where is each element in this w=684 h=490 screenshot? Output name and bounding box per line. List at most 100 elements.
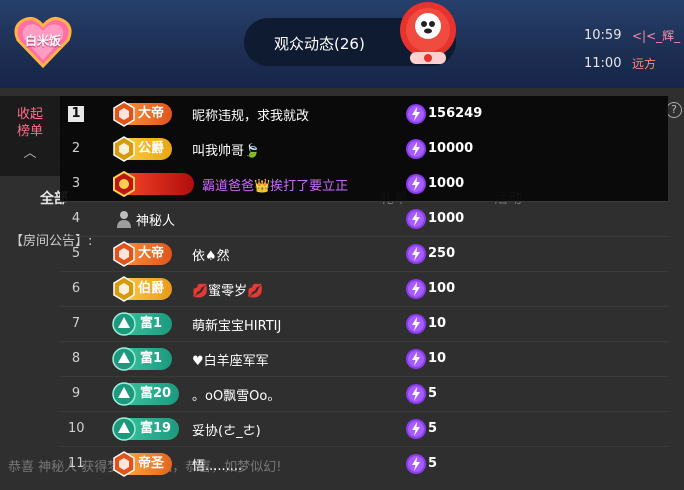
lightning-icon — [406, 348, 426, 369]
viewer-name[interactable]: 霸道爸爸👑挨打了要立正 — [202, 175, 348, 194]
rank-badge-icon — [113, 276, 135, 302]
rank-number: 10 — [68, 421, 85, 436]
lightning-icon — [406, 453, 426, 474]
rank-number: 1 — [68, 106, 84, 122]
badge-label: 富19 — [140, 421, 172, 436]
viewer-name[interactable]: 昵称违规，求我就改 — [192, 105, 309, 124]
score-value: 10 — [428, 351, 447, 366]
rich-level-icon — [112, 382, 136, 406]
badge-label: 伯爵 — [138, 281, 165, 296]
crown-hex-icon — [113, 171, 135, 197]
contribution-score: 100 — [406, 278, 455, 300]
viewer-name[interactable]: 。oO飘雪Oo。 — [192, 385, 280, 404]
contribution-score: 10000 — [406, 138, 473, 160]
rank-number: 8 — [71, 351, 81, 366]
rank-number: 2 — [71, 141, 81, 156]
collapse-label: 榜单 — [16, 124, 43, 139]
mascot-icon — [400, 2, 456, 64]
score-value: 156249 — [428, 106, 483, 121]
ranking-row[interactable]: 8 富1 ♥白羊座军军 10 — [60, 341, 668, 376]
noble-rank-badge: 大帝 — [113, 101, 173, 127]
noble-rank-badge: 大帝 — [113, 241, 173, 267]
score-value: 1000 — [428, 176, 465, 191]
viewer-name[interactable]: 妥协(ㄜ_ㄜ) — [192, 420, 261, 439]
noble-rank-badge: 帝圣 — [113, 451, 173, 477]
rich-level-icon — [112, 417, 136, 441]
contribution-score: 10 — [406, 313, 446, 335]
collapse-ranking-button[interactable]: 收起 榜单 ︿ — [0, 96, 60, 176]
message-time: 10:59 — [584, 28, 622, 43]
ranking-row[interactable]: 3 霸道爸爸👑挨打了要立正 1000 — [60, 166, 668, 201]
lightning-icon — [406, 278, 426, 299]
contribution-score: 1000 — [406, 208, 464, 230]
badge-label: 富1 — [140, 351, 163, 366]
special-rank-badge — [113, 171, 194, 197]
lightning-icon — [406, 243, 426, 264]
lightning-icon — [406, 208, 426, 229]
noble-rank-badge: 公爵 — [113, 136, 173, 162]
ranking-row[interactable]: 6 伯爵 💋蜜零岁💋 100 — [60, 271, 668, 306]
score-value: 5 — [428, 421, 438, 436]
message-users: <|<_辉_ 远方 — [632, 22, 680, 78]
score-value: 10000 — [428, 141, 474, 156]
message-time: 11:00 — [584, 56, 622, 71]
lightning-icon — [406, 173, 426, 194]
rank-number: 9 — [71, 386, 81, 401]
rank-number: 3 — [71, 176, 81, 191]
message-user[interactable]: 远方 — [632, 50, 680, 78]
chevron-up-icon: ︿ — [23, 146, 37, 161]
wealth-level-badge: 富1 — [112, 347, 172, 371]
ranking-row[interactable]: 4 神秘人 1000 — [60, 201, 668, 236]
score-value: 5 — [428, 456, 438, 471]
contribution-score: 156249 — [406, 103, 482, 125]
ranking-row[interactable]: 7 富1 萌新宝宝HIRTIJ 10 — [60, 306, 668, 341]
rank-badge-icon — [113, 241, 135, 267]
lightning-icon — [406, 103, 426, 124]
rank-number: 7 — [71, 316, 81, 331]
viewer-name[interactable]: 神秘人 — [136, 210, 175, 229]
ranking-row[interactable]: 10 富19 妥协(ㄜ_ㄜ) 5 — [60, 411, 668, 446]
contribution-score: 5 — [406, 383, 437, 405]
badge-label: 富20 — [140, 386, 172, 401]
viewer-name[interactable]: 💋蜜零岁💋 — [192, 280, 263, 299]
contribution-score: 1000 — [406, 173, 464, 195]
badge-label: 公爵 — [138, 141, 165, 156]
noble-rank-badge: 伯爵 — [113, 276, 173, 302]
ranking-row[interactable]: 11 帝圣 悟......... 5 — [60, 446, 668, 481]
streamer-badge-label: 白米饭 — [24, 34, 61, 48]
rank-badge-icon — [113, 136, 135, 162]
rich-level-icon — [112, 347, 136, 371]
viewer-name[interactable]: 依♠然 — [192, 245, 230, 264]
wealth-level-badge: 富20 — [112, 382, 180, 406]
badge-label: 帝圣 — [138, 456, 165, 471]
wealth-level-badge: 富19 — [112, 417, 180, 441]
rank-number: 11 — [68, 456, 85, 471]
mystery-user-icon — [116, 210, 132, 228]
lightning-icon — [406, 418, 426, 439]
score-value: 10 — [428, 316, 447, 331]
rank-number: 6 — [71, 281, 81, 296]
collapse-label: 收起 — [16, 107, 43, 122]
lightning-icon — [406, 313, 426, 334]
badge-label: 大帝 — [138, 106, 165, 121]
wealth-level-badge: 富1 — [112, 312, 172, 336]
contribution-score: 10 — [406, 348, 446, 370]
score-value: 5 — [428, 386, 438, 401]
ranking-row[interactable]: 1 大帝 昵称违规，求我就改 156249 — [60, 96, 668, 131]
ranking-row[interactable]: 9 富20 。oO飘雪Oo。 5 — [60, 376, 668, 411]
message-times: 10:59 11:00 — [584, 22, 621, 78]
score-value: 250 — [428, 246, 456, 261]
streamer-badge[interactable]: 白米饭 — [14, 12, 72, 70]
contribution-score: 5 — [406, 418, 437, 440]
ranking-row[interactable]: 2 公爵 叫我帅哥🍃 10000 — [60, 131, 668, 166]
viewer-name[interactable]: 叫我帅哥🍃 — [192, 140, 260, 159]
badge-label: 富1 — [140, 316, 163, 331]
lightning-icon — [406, 138, 426, 159]
rich-level-icon — [112, 312, 136, 336]
viewer-name[interactable]: 萌新宝宝HIRTIJ — [192, 315, 281, 334]
message-user[interactable]: <|<_辉_ — [632, 22, 680, 50]
score-value: 100 — [428, 281, 456, 296]
viewer-name[interactable]: ♥白羊座军军 — [192, 350, 269, 369]
ranking-row[interactable]: 5 大帝 依♠然 250 — [60, 236, 668, 271]
viewer-name[interactable]: 悟......... — [192, 455, 242, 474]
